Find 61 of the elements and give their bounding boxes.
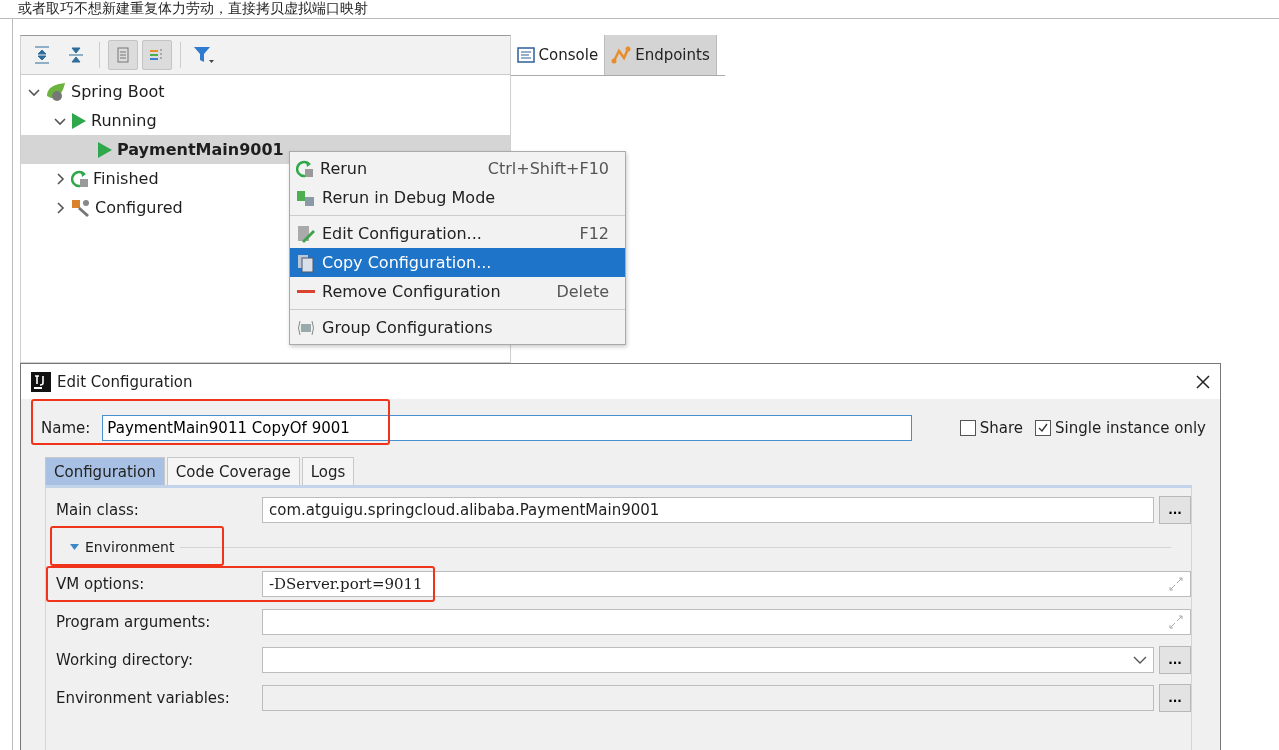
rerun-icon xyxy=(296,159,314,178)
spring-leaf-icon xyxy=(45,81,67,102)
copy-icon xyxy=(296,252,316,273)
debug-icon xyxy=(296,188,316,207)
endpoints-icon xyxy=(611,46,632,64)
tab[interactable]: Endpoints xyxy=(605,35,717,75)
text-field[interactable] xyxy=(262,609,1191,635)
field-label: Environment variables: xyxy=(56,689,231,707)
chevron-down-icon xyxy=(1133,655,1148,665)
menu-item[interactable]: Copy Configuration... xyxy=(290,248,625,277)
shortcut-text: F12 xyxy=(579,224,609,243)
app-logo-icon xyxy=(31,371,51,392)
field-label: Working directory: xyxy=(56,651,194,669)
edit-icon xyxy=(296,223,316,244)
field-label: Program arguments: xyxy=(56,613,212,631)
field-label: Main class: xyxy=(56,501,140,519)
tree-item-label[interactable]: Running xyxy=(91,111,157,130)
tree-item-label[interactable]: Configured xyxy=(95,198,183,217)
menu-item[interactable]: Rerun in Debug Mode xyxy=(290,183,625,212)
toolbar-button[interactable] xyxy=(142,40,172,70)
shortcut-text: Ctrl+Shift+F10 xyxy=(487,159,609,178)
browse-button[interactable]: ... xyxy=(1159,646,1191,674)
menu-item[interactable]: Remove Configuration Delete xyxy=(290,277,625,306)
browse-button[interactable]: ... xyxy=(1159,496,1191,524)
menu-item[interactable]: Edit Configuration... F12 xyxy=(290,219,625,248)
checkmark-icon xyxy=(1037,422,1050,434)
tree-item-label[interactable]: Spring Boot xyxy=(71,82,165,101)
triangle-down-icon[interactable] xyxy=(70,543,79,551)
text-field[interactable]: -DServer.port=9011 xyxy=(262,571,1191,597)
minus-icon xyxy=(297,290,315,293)
checkbox[interactable]: Share xyxy=(959,419,1024,437)
name-label: Name: xyxy=(41,419,91,437)
expand-all-icon xyxy=(33,46,51,64)
wrench-icon xyxy=(71,197,91,218)
menu-item[interactable]: Rerun Ctrl+Shift+F10 xyxy=(290,154,625,183)
dialog-title: Edit Configuration xyxy=(57,372,193,391)
dropdown-field[interactable] xyxy=(262,647,1155,673)
menu-item[interactable]: Group Configurations xyxy=(290,313,625,342)
field-label: VM options: xyxy=(56,575,146,593)
field-value: -DServer.port=9011 xyxy=(269,575,423,593)
text-field[interactable]: com.atguigu.springcloud.alibaba.PaymentMain9001 xyxy=(262,497,1155,523)
name-field[interactable]: PaymentMain9011 CopyOf 9001 xyxy=(102,415,913,441)
shortcut-text: Delete xyxy=(556,282,609,301)
tree-item-label[interactable]: Finished xyxy=(93,169,159,188)
filter-icon xyxy=(193,45,215,65)
tab[interactable]: Logs xyxy=(301,457,355,485)
tab[interactable]: Configuration xyxy=(45,457,165,485)
checkbox[interactable]: Single instance only xyxy=(1035,419,1206,437)
expand-icon[interactable] xyxy=(1168,576,1184,592)
expand-icon[interactable] xyxy=(1168,614,1184,630)
play-icon xyxy=(97,140,113,159)
console-icon xyxy=(516,46,535,64)
field-value: com.atguigu.springcloud.alibaba.PaymentMain9001 xyxy=(269,501,660,519)
play-icon xyxy=(71,111,87,130)
rerun-icon xyxy=(71,169,89,188)
tab[interactable]: Code Coverage xyxy=(166,457,300,485)
section-title: Environment xyxy=(85,539,175,555)
collapse-all-icon xyxy=(67,46,85,64)
caption-text: 或者取巧不想新建重复体力劳动，直接拷贝虚拟端口映射 xyxy=(0,0,1279,19)
close-icon[interactable] xyxy=(1196,374,1210,389)
list-icon xyxy=(114,46,132,64)
